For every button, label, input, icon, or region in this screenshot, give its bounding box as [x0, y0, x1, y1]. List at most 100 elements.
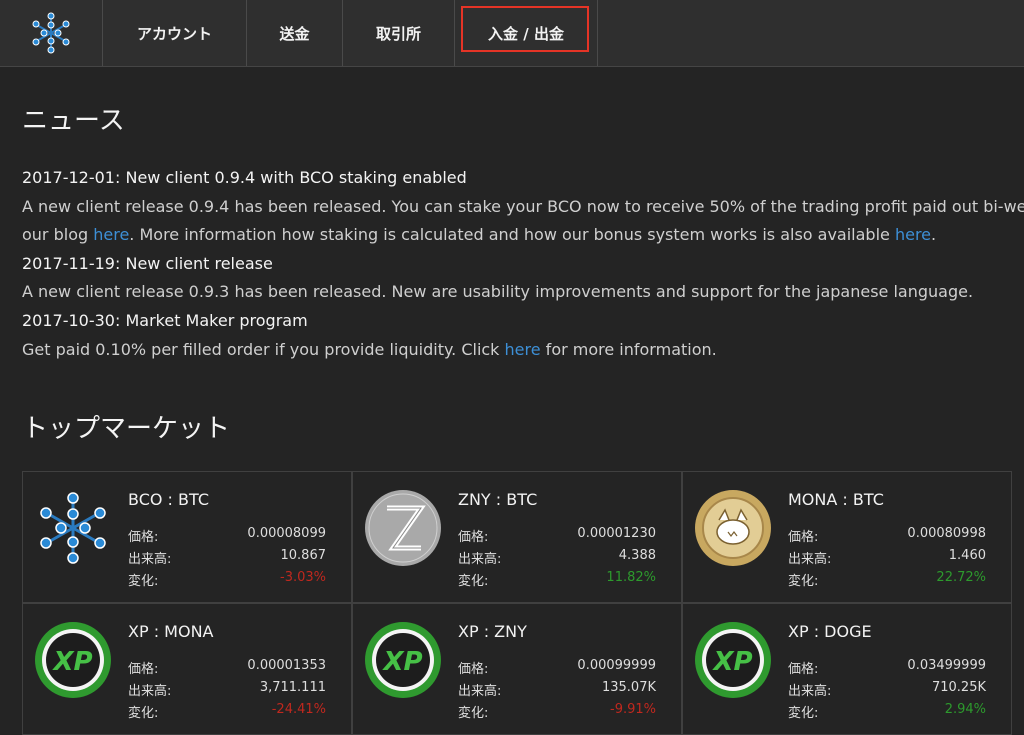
price-label: 価格:	[788, 530, 819, 545]
news-item-1-body: A new client release 0.9.4 has been rele…	[22, 197, 1024, 216]
svg-text:XP: XP	[381, 647, 422, 677]
news-item-3-body: Get paid 0.10% per filled order if you p…	[22, 340, 717, 359]
market-pair: XP : MONA	[128, 622, 214, 641]
price-label: 価格:	[458, 530, 489, 545]
news-headline: Market Maker program	[125, 311, 308, 330]
market-card-zny-btc[interactable]: ZNY : BTC 価格: 0.00001230 出来高: 4.388 変化: 11.…	[352, 471, 682, 603]
price-value: 0.00080998	[907, 526, 986, 541]
price-row: 価格: 0.00099999	[458, 658, 656, 677]
price-value: 0.00008099	[247, 526, 326, 541]
price-label: 価格:	[128, 530, 159, 545]
nav-send[interactable]: 送金	[247, 0, 343, 66]
volume-value: 4.388	[618, 548, 656, 563]
staking-info-link[interactable]: here	[895, 225, 931, 244]
volume-row: 出来高: 1.460	[788, 548, 986, 567]
news-text: our blog	[22, 225, 94, 244]
change-row: 変化: -3.03%	[128, 570, 326, 589]
price-label: 価格:	[458, 662, 489, 677]
change-row: 変化: 2.94%	[788, 702, 986, 721]
xp-coin-icon: XP	[365, 622, 441, 698]
volume-value: 10.867	[280, 548, 327, 563]
bco-star-icon	[40, 492, 106, 564]
price-row: 価格: 0.03499999	[788, 658, 986, 677]
top-nav-bar: アカウント 送金 取引所 入金 / 出金	[0, 0, 1024, 67]
volume-label: 出来高:	[788, 684, 832, 699]
change-row: 変化: -9.91%	[458, 702, 656, 721]
volume-label: 出来高:	[458, 552, 502, 567]
volume-row: 出来高: 10.867	[128, 548, 326, 567]
nav-exchange[interactable]: 取引所	[343, 0, 455, 66]
xp-coin-icon: XP	[35, 622, 111, 698]
xp-coin-icon: XP	[695, 622, 771, 698]
change-value: 2.94%	[944, 702, 986, 717]
volume-row: 出来高: 710.25K	[788, 680, 986, 699]
news-item-3-heading: 2017-10-30: Market Maker program	[22, 311, 308, 330]
change-value: 22.72%	[936, 570, 986, 585]
change-label: 変化:	[128, 574, 159, 589]
price-row: 価格: 0.00001353	[128, 658, 326, 677]
price-label: 価格:	[788, 662, 819, 677]
volume-label: 出来高:	[788, 552, 832, 567]
change-label: 変化:	[788, 574, 819, 589]
market-card-xp-doge[interactable]: XP XP : DOGE 価格: 0.03499999 出来高: 710.25K 変…	[682, 603, 1012, 735]
change-label: 変化:	[458, 574, 489, 589]
change-label: 変化:	[128, 706, 159, 721]
market-card-xp-zny[interactable]: XP XP : ZNY 価格: 0.00099999 出来高: 135.07K 変化…	[352, 603, 682, 735]
bco-logo-icon	[32, 12, 70, 54]
news-headline: New client 0.9.4 with BCO staking enable…	[125, 168, 467, 187]
svg-text:XP: XP	[711, 647, 752, 677]
active-nav-highlight	[461, 6, 589, 52]
change-row: 変化: 22.72%	[788, 570, 986, 589]
news-text: .	[931, 225, 937, 244]
change-row: 変化: 11.82%	[458, 570, 656, 589]
nav-account[interactable]: アカウント	[103, 0, 247, 66]
market-card-bco-btc[interactable]: BCO : BTC 価格: 0.00008099 出来高: 10.867 変化: -3…	[22, 471, 352, 603]
price-value: 0.00001230	[577, 526, 656, 541]
change-value: -9.91%	[610, 702, 656, 717]
market-card-xp-mona[interactable]: XP XP : MONA 価格: 0.00001353 出来高: 3,711.111…	[22, 603, 352, 735]
volume-row: 出来高: 135.07K	[458, 680, 656, 699]
change-value: -24.41%	[271, 702, 326, 717]
change-label: 変化:	[458, 706, 489, 721]
volume-value: 3,711.111	[259, 680, 326, 695]
price-row: 価格: 0.00080998	[788, 526, 986, 545]
zny-coin-icon	[365, 490, 441, 566]
market-maker-link[interactable]: here	[505, 340, 541, 359]
change-row: 変化: -24.41%	[128, 702, 326, 721]
change-label: 変化:	[788, 706, 819, 721]
price-value: 0.03499999	[907, 658, 986, 673]
blog-link[interactable]: here	[93, 225, 129, 244]
volume-label: 出来高:	[128, 552, 172, 567]
price-row: 価格: 0.00008099	[128, 526, 326, 545]
news-text: Get paid 0.10% per filled order if you p…	[22, 340, 505, 359]
price-label: 価格:	[128, 662, 159, 677]
price-value: 0.00099999	[577, 658, 656, 673]
volume-value: 135.07K	[601, 680, 656, 695]
top-markets-title: トップマーケット	[22, 414, 231, 444]
svg-text:XP: XP	[51, 647, 92, 677]
news-text: for more information.	[540, 340, 717, 359]
news-text: . More information how staking is calcul…	[129, 225, 895, 244]
volume-row: 出来高: 4.388	[458, 548, 656, 567]
news-title: ニュース	[22, 106, 125, 136]
market-card-mona-btc[interactable]: MONA : BTC 価格: 0.00080998 出来高: 1.460 変化: 22…	[682, 471, 1012, 603]
volume-value: 710.25K	[931, 680, 986, 695]
news-item-1-body-2: our blog here. More information how stak…	[22, 225, 936, 244]
volume-label: 出来高:	[458, 684, 502, 699]
mona-coin-icon	[695, 490, 771, 566]
news-item-2-heading: 2017-11-19: New client release	[22, 254, 273, 273]
change-value: -3.03%	[280, 570, 326, 585]
change-value: 11.82%	[606, 570, 656, 585]
price-row: 価格: 0.00001230	[458, 526, 656, 545]
news-headline: New client release	[125, 254, 273, 273]
market-pair: XP : DOGE	[788, 622, 872, 641]
news-date: 2017-10-30	[22, 311, 115, 330]
volume-label: 出来高:	[128, 684, 172, 699]
market-pair: ZNY : BTC	[458, 490, 538, 509]
volume-row: 出来高: 3,711.111	[128, 680, 326, 699]
volume-value: 1.460	[948, 548, 986, 563]
news-item-1-heading: 2017-12-01: New client 0.9.4 with BCO st…	[22, 168, 467, 187]
news-date: 2017-12-01	[22, 168, 115, 187]
home-logo[interactable]	[0, 0, 103, 66]
market-pair: BCO : BTC	[128, 490, 210, 509]
